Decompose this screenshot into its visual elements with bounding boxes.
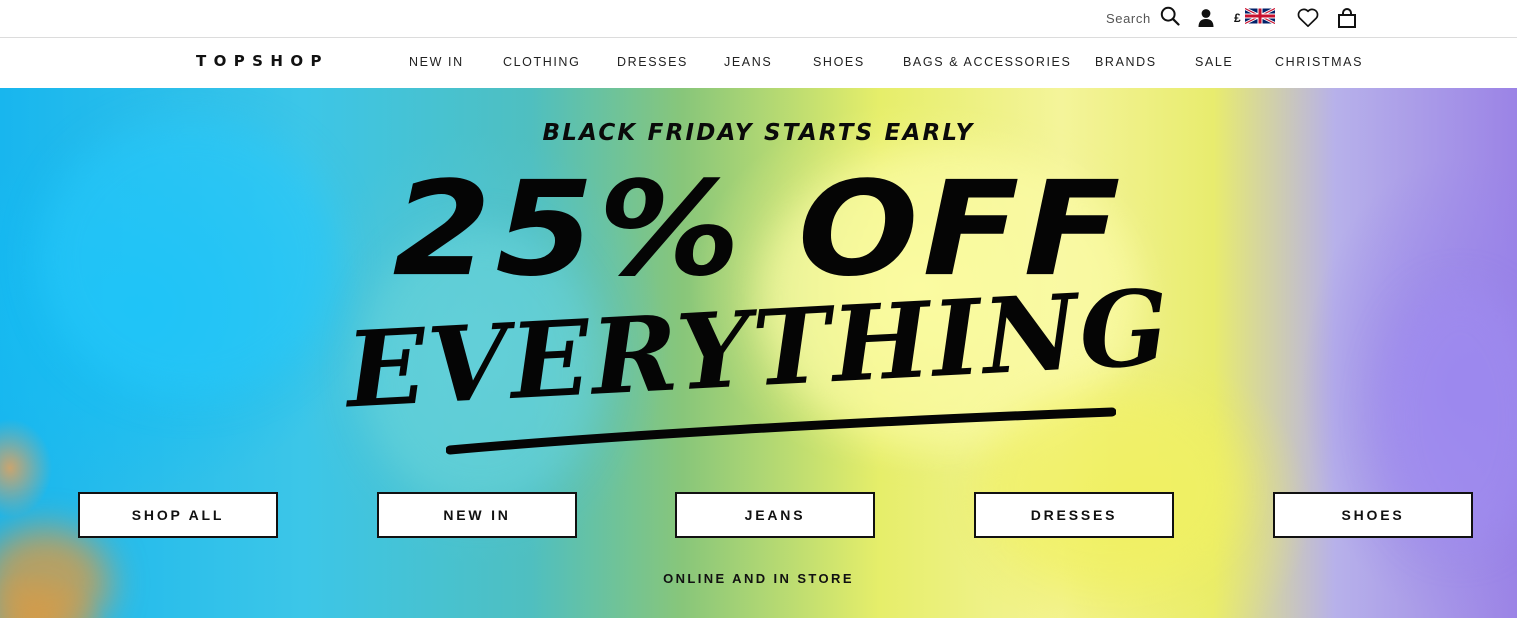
nav-item-brands[interactable]: BRANDS [1095, 55, 1157, 69]
brush-underline [446, 407, 1116, 455]
nav-item-christmas[interactable]: CHRISTMAS [1275, 55, 1363, 69]
topshop-logo[interactable]: TOPSHOP [196, 52, 329, 70]
hero-kicker: BLACK FRIDAY STARTS EARLY [542, 120, 975, 146]
currency-symbol: £ [1234, 11, 1241, 25]
shop-all-button[interactable]: SHOP ALL [78, 492, 278, 538]
nav-item-clothing[interactable]: CLOTHING [503, 55, 580, 69]
hero-banner[interactable]: BLACK FRIDAY STARTS EARLY 25% OFF EVERYT… [0, 88, 1517, 618]
nav-item-new-in[interactable]: NEW IN [409, 55, 464, 69]
wishlist-heart-icon[interactable] [1297, 7, 1319, 29]
nav-item-bags-accessories[interactable]: BAGS & ACCESSORIES [903, 55, 1071, 69]
search-icon [1160, 6, 1180, 31]
search-label: Search [1106, 10, 1151, 26]
currency-selector[interactable]: £ [1234, 6, 1276, 29]
main-nav: TOPSHOP NEW IN CLOTHING DRESSES JEANS SH… [0, 38, 1517, 88]
shoes-button[interactable]: SHOES [1273, 492, 1473, 538]
utility-bar: Search £ [0, 0, 1517, 38]
account-icon[interactable] [1195, 7, 1217, 29]
dresses-button[interactable]: DRESSES [974, 492, 1174, 538]
hero-subline: ONLINE AND IN STORE [663, 571, 854, 586]
shopping-bag-icon[interactable] [1336, 7, 1358, 29]
nav-item-dresses[interactable]: DRESSES [617, 55, 688, 69]
nav-item-shoes[interactable]: SHOES [813, 55, 865, 69]
new-in-button[interactable]: NEW IN [377, 492, 577, 538]
nav-item-sale[interactable]: SALE [1195, 55, 1233, 69]
uk-flag-icon [1244, 6, 1276, 29]
nav-item-jeans[interactable]: JEANS [724, 55, 772, 69]
jeans-button[interactable]: JEANS [675, 492, 875, 538]
search-button[interactable]: Search [1106, 6, 1180, 31]
